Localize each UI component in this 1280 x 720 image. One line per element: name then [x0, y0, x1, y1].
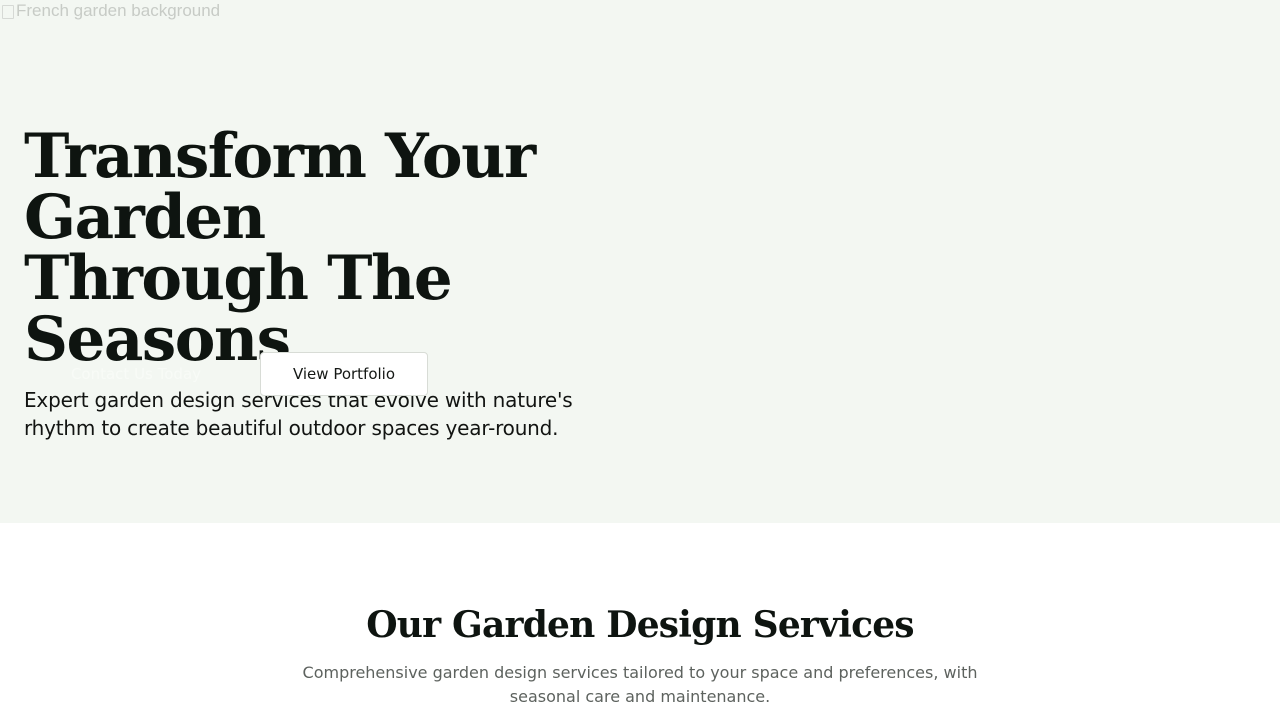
hero-background-image: French garden background	[0, 2, 220, 20]
hero-subtitle-line-2: rhythm to create beautiful outdoor space…	[24, 416, 559, 440]
services-section: Our Garden Design Services Comprehensive…	[0, 523, 1280, 720]
hero-title-line-1: Transform Your Garden	[24, 121, 536, 253]
hero-actions: Contact Us Today View Portfolio	[24, 352, 428, 396]
hero-title: Transform Your Garden Through The Season…	[24, 126, 724, 370]
contact-us-button[interactable]: Contact Us Today	[24, 352, 248, 396]
services-title: Our Garden Design Services	[366, 604, 914, 646]
view-portfolio-button[interactable]: View Portfolio	[260, 352, 428, 396]
services-description-line-1: Comprehensive garden design services tai…	[302, 663, 978, 682]
services-description: Comprehensive garden design services tai…	[295, 661, 985, 709]
hero-image-alt-text: French garden background	[16, 1, 221, 20]
broken-image-icon	[0, 3, 14, 19]
services-description-line-2: seasonal care and maintenance.	[509, 687, 771, 706]
hero-section: French garden background Transform Your …	[0, 0, 1280, 523]
